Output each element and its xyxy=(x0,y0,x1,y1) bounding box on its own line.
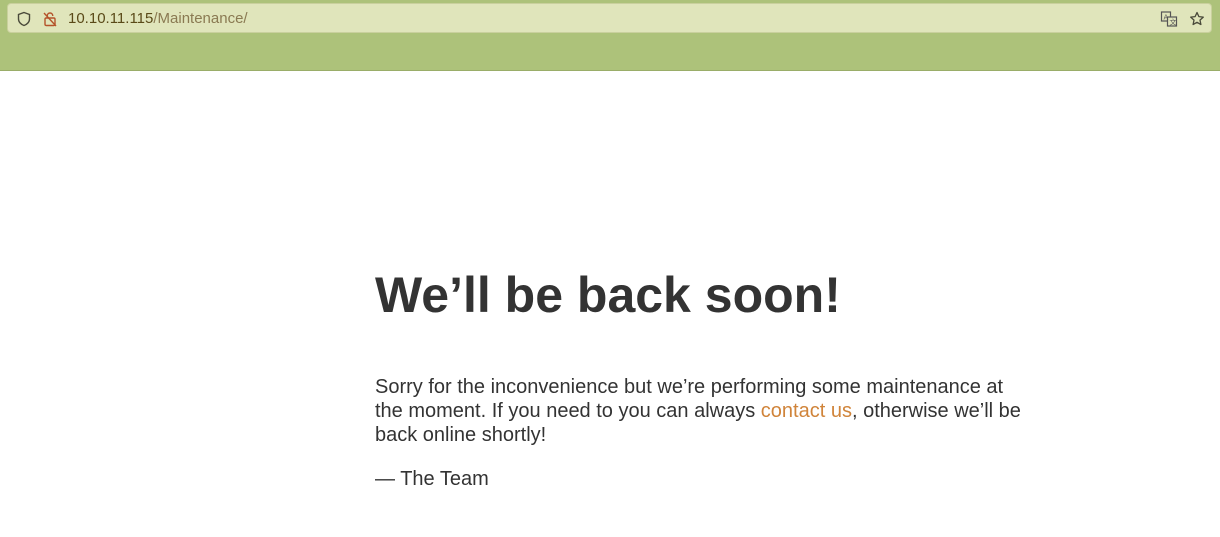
url-path: /Maintenance/ xyxy=(153,10,248,27)
svg-text:A: A xyxy=(1164,14,1169,22)
shield-icon[interactable] xyxy=(15,10,33,28)
svg-text:文: 文 xyxy=(1170,18,1177,27)
contact-us-link[interactable]: contact us xyxy=(761,400,852,422)
address-bar[interactable]: 10.10.11.115/Maintenance/ A 文 xyxy=(7,3,1212,33)
insecure-lock-icon[interactable] xyxy=(41,10,59,28)
maintenance-message: Sorry for the inconvenience but we’re pe… xyxy=(375,375,1025,447)
browser-toolbar: 10.10.11.115/Maintenance/ A 文 xyxy=(0,0,1220,71)
bookmark-star-icon[interactable] xyxy=(1188,10,1206,28)
signature: — The Team xyxy=(375,468,489,490)
translate-icon[interactable]: A 文 xyxy=(1160,10,1178,28)
url-host: 10.10.11.115 xyxy=(68,10,154,27)
page-title: We’ll be back soon! xyxy=(375,267,841,323)
maintenance-notice: We’ll be back soon! Sorry for the inconv… xyxy=(375,266,1025,491)
url-text[interactable]: 10.10.11.115/Maintenance/ xyxy=(68,11,248,27)
